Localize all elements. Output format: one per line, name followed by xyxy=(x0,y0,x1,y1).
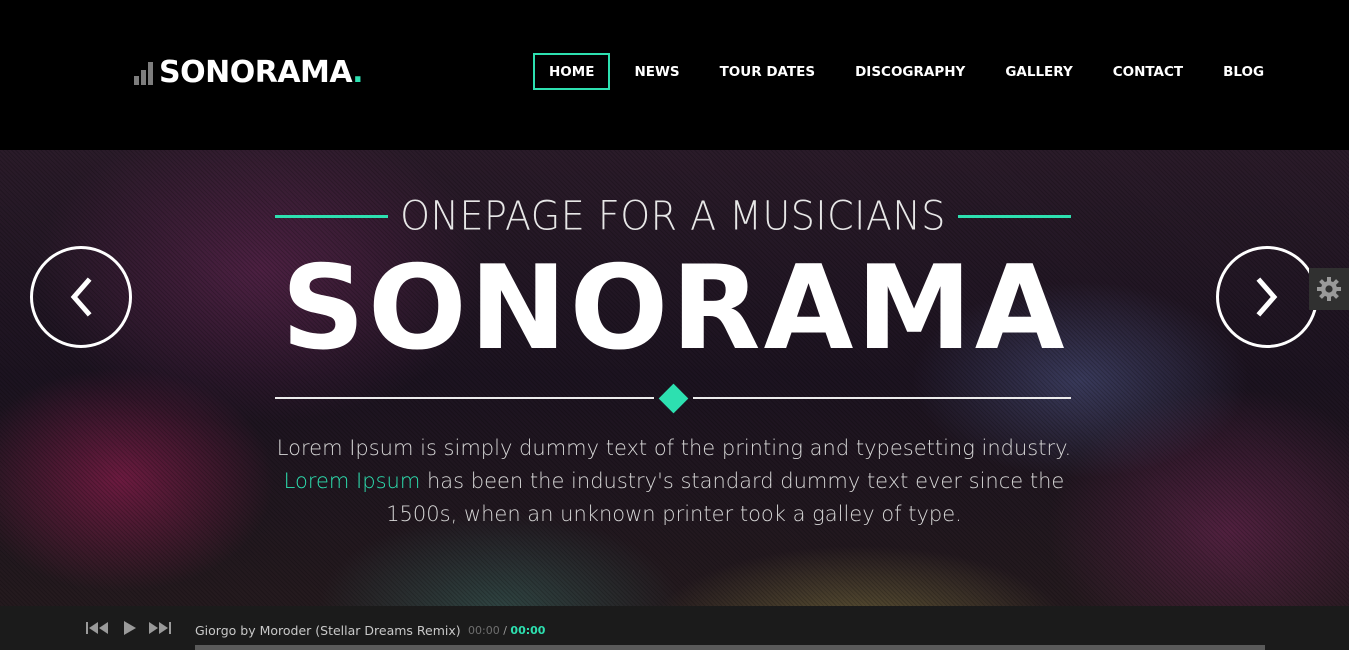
hero-title: SONORAMA xyxy=(281,241,1068,376)
next-track-button[interactable] xyxy=(147,621,172,635)
hero-subtitle-row: ONEPAGE FOR A MUSICIANS xyxy=(275,192,1072,240)
nav-item-home[interactable]: HOME xyxy=(533,53,611,90)
subtitle-line-left xyxy=(275,214,389,218)
hero-text-end: has been the industry's standard dummy t… xyxy=(386,469,1065,526)
nav-item-discography[interactable]: DISCOGRAPHY xyxy=(839,53,981,90)
play-icon xyxy=(124,621,136,635)
divider-line-left xyxy=(275,397,654,399)
nav-item-gallery[interactable]: GALLERY xyxy=(989,53,1088,90)
nav-item-contact[interactable]: CONTACT xyxy=(1097,53,1199,90)
chevron-left-icon xyxy=(70,277,92,317)
play-button[interactable] xyxy=(121,620,137,636)
track-time: 00:00 / 00:00 xyxy=(468,624,545,637)
chevron-right-icon xyxy=(1256,277,1278,317)
audio-player: Giorgo by Moroder (Stellar Dreams Remix)… xyxy=(0,606,1349,650)
nav-item-tour-dates[interactable]: TOUR DATES xyxy=(704,53,832,90)
hero-subtitle: ONEPAGE FOR A MUSICIANS xyxy=(400,192,946,240)
time-current: 00:00 xyxy=(468,624,500,637)
skip-forward-icon xyxy=(149,622,171,634)
slider-prev-button[interactable] xyxy=(30,246,132,348)
settings-toggle-button[interactable] xyxy=(1309,268,1349,310)
logo[interactable]: SONORAMA. xyxy=(134,58,364,88)
hero-description: Lorem Ipsum is simply dummy text of the … xyxy=(274,432,1074,531)
hero-divider xyxy=(275,383,1071,413)
diamond-icon xyxy=(658,383,688,413)
previous-track-button[interactable] xyxy=(86,621,111,635)
subtitle-line-right xyxy=(957,214,1072,218)
hero-slider: ONEPAGE FOR A MUSICIANS SONORAMA Lorem I… xyxy=(0,150,1349,606)
site-header: SONORAMA. HOME NEWS TOUR DATES DISCOGRAP… xyxy=(0,0,1349,150)
slider-next-button[interactable] xyxy=(1216,246,1318,348)
time-duration: 00:00 xyxy=(510,624,546,637)
progress-bar[interactable] xyxy=(195,645,1265,650)
player-controls xyxy=(86,620,172,636)
main-nav: HOME NEWS TOUR DATES DISCOGRAPHY GALLERY… xyxy=(533,53,1288,90)
skip-back-icon xyxy=(86,622,108,634)
logo-dot: . xyxy=(352,55,364,90)
hero-text-accent[interactable]: Lorem Ipsum xyxy=(284,469,421,493)
gear-icon xyxy=(1317,277,1341,301)
time-separator: / xyxy=(503,624,507,637)
nav-item-blog[interactable]: BLOG xyxy=(1207,53,1280,90)
divider-line-right xyxy=(692,397,1071,399)
logo-text: SONORAMA xyxy=(159,55,353,90)
track-title: Giorgo by Moroder (Stellar Dreams Remix) xyxy=(195,623,461,638)
equalizer-bars-icon xyxy=(134,62,153,88)
hero-text-start: Lorem Ipsum is simply dummy text of the … xyxy=(276,436,1072,460)
nav-item-news[interactable]: NEWS xyxy=(618,53,695,90)
